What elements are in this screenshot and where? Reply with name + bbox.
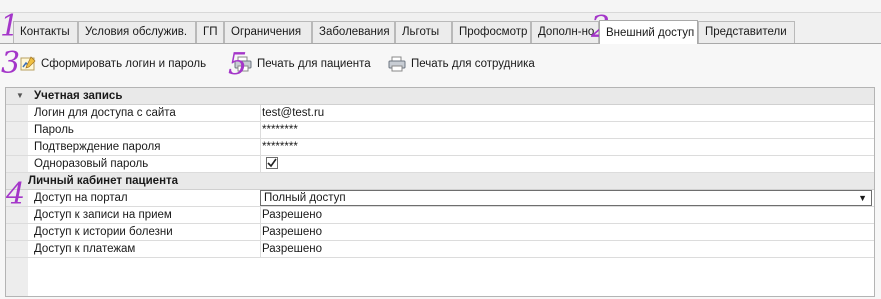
tab-representatives[interactable]: Представители: [698, 21, 795, 43]
property-label: Подтверждение пароля: [34, 139, 261, 155]
one-time-password-checkbox[interactable]: [266, 157, 278, 169]
property-row[interactable]: Логин для доступа с сайта test@test.ru: [6, 105, 874, 122]
property-row[interactable]: Подтверждение пароля ********: [6, 139, 874, 156]
annotation-number: 3: [1, 46, 21, 81]
annotation-number: 5: [228, 47, 248, 82]
property-row[interactable]: Доступ к записи на прием Разрешено: [6, 207, 874, 224]
property-label: Доступ на портал: [34, 190, 261, 206]
property-row[interactable]: Доступ к платежам Разрешено: [6, 241, 874, 258]
section-account-title: Учетная запись: [34, 90, 123, 102]
property-label: Доступ к платежам: [34, 241, 261, 257]
print-employee-button[interactable]: Печать для сотрудника: [388, 54, 535, 74]
generate-login-button[interactable]: Сформировать логин и пароль: [20, 54, 206, 74]
tab-restrictions[interactable]: Ограничения: [224, 21, 312, 43]
tab-service-conditions[interactable]: Условия обслужив.: [78, 21, 196, 43]
tab-prof-exam[interactable]: Профосмотр: [452, 21, 531, 43]
property-label: Пароль: [34, 122, 261, 138]
property-row[interactable]: Доступ к истории болезни Разрешено: [6, 224, 874, 241]
property-label: Логин для доступа с сайта: [34, 105, 261, 121]
payments-access-value[interactable]: Разрешено: [262, 241, 874, 257]
annotation-number: 4: [6, 177, 26, 212]
tab-bar: Контакты Условия обслужив. ГП Ограничени…: [0, 20, 881, 44]
appointment-access-value[interactable]: Разрешено: [262, 207, 874, 223]
property-row[interactable]: Одноразовый пароль: [6, 156, 874, 173]
password-value[interactable]: ********: [262, 122, 874, 138]
section-patient-cabinet-title: Личный кабинет пациента: [28, 175, 179, 187]
tab-external-access[interactable]: Внешний доступ: [599, 20, 698, 44]
portal-access-select[interactable]: Полный доступ ▼: [260, 190, 872, 206]
property-row[interactable]: Доступ на портал Полный доступ ▼: [6, 190, 874, 207]
property-label: Доступ к записи на прием: [34, 207, 261, 223]
tab-benefits[interactable]: Льготы: [395, 21, 452, 43]
tab-additional[interactable]: Дополн-но: [531, 21, 599, 43]
external-access-panel: Сформировать логин и пароль Печать для п…: [0, 44, 881, 299]
portal-access-value: Полный доступ: [264, 192, 346, 204]
property-grid: ▼ Учетная запись Логин для доступа с сай…: [5, 87, 875, 297]
tab-contacts[interactable]: Контакты: [13, 21, 78, 43]
generate-icon: [20, 56, 36, 71]
print-employee-label: Печать для сотрудника: [411, 58, 535, 70]
property-row[interactable]: Пароль ********: [6, 122, 874, 139]
section-patient-cabinet[interactable]: Личный кабинет пациента: [6, 173, 874, 190]
login-value[interactable]: test@test.ru: [262, 105, 874, 121]
print-patient-label: Печать для пациента: [257, 58, 371, 70]
print-patient-button[interactable]: Печать для пациента: [234, 54, 371, 74]
check-icon: [267, 158, 277, 168]
tab-diseases[interactable]: Заболевания: [312, 21, 395, 43]
generate-login-label: Сформировать логин и пароль: [41, 58, 207, 70]
tab-gp[interactable]: ГП: [196, 21, 224, 43]
collapse-arrow-icon[interactable]: ▼: [16, 88, 24, 104]
history-access-value[interactable]: Разрешено: [262, 224, 874, 240]
toolbar: Сформировать логин и пароль Печать для п…: [0, 44, 881, 84]
one-time-password-cell: [262, 156, 874, 172]
property-label: Доступ к истории болезни: [34, 224, 261, 240]
printer-icon: [388, 56, 406, 72]
property-label: Одноразовый пароль: [34, 156, 261, 172]
top-strip: [0, 0, 881, 13]
password-confirm-value[interactable]: ********: [262, 139, 874, 155]
annotation-number: 1: [0, 9, 20, 44]
chevron-down-icon[interactable]: ▼: [858, 191, 867, 205]
section-account[interactable]: ▼ Учетная запись: [6, 88, 874, 105]
